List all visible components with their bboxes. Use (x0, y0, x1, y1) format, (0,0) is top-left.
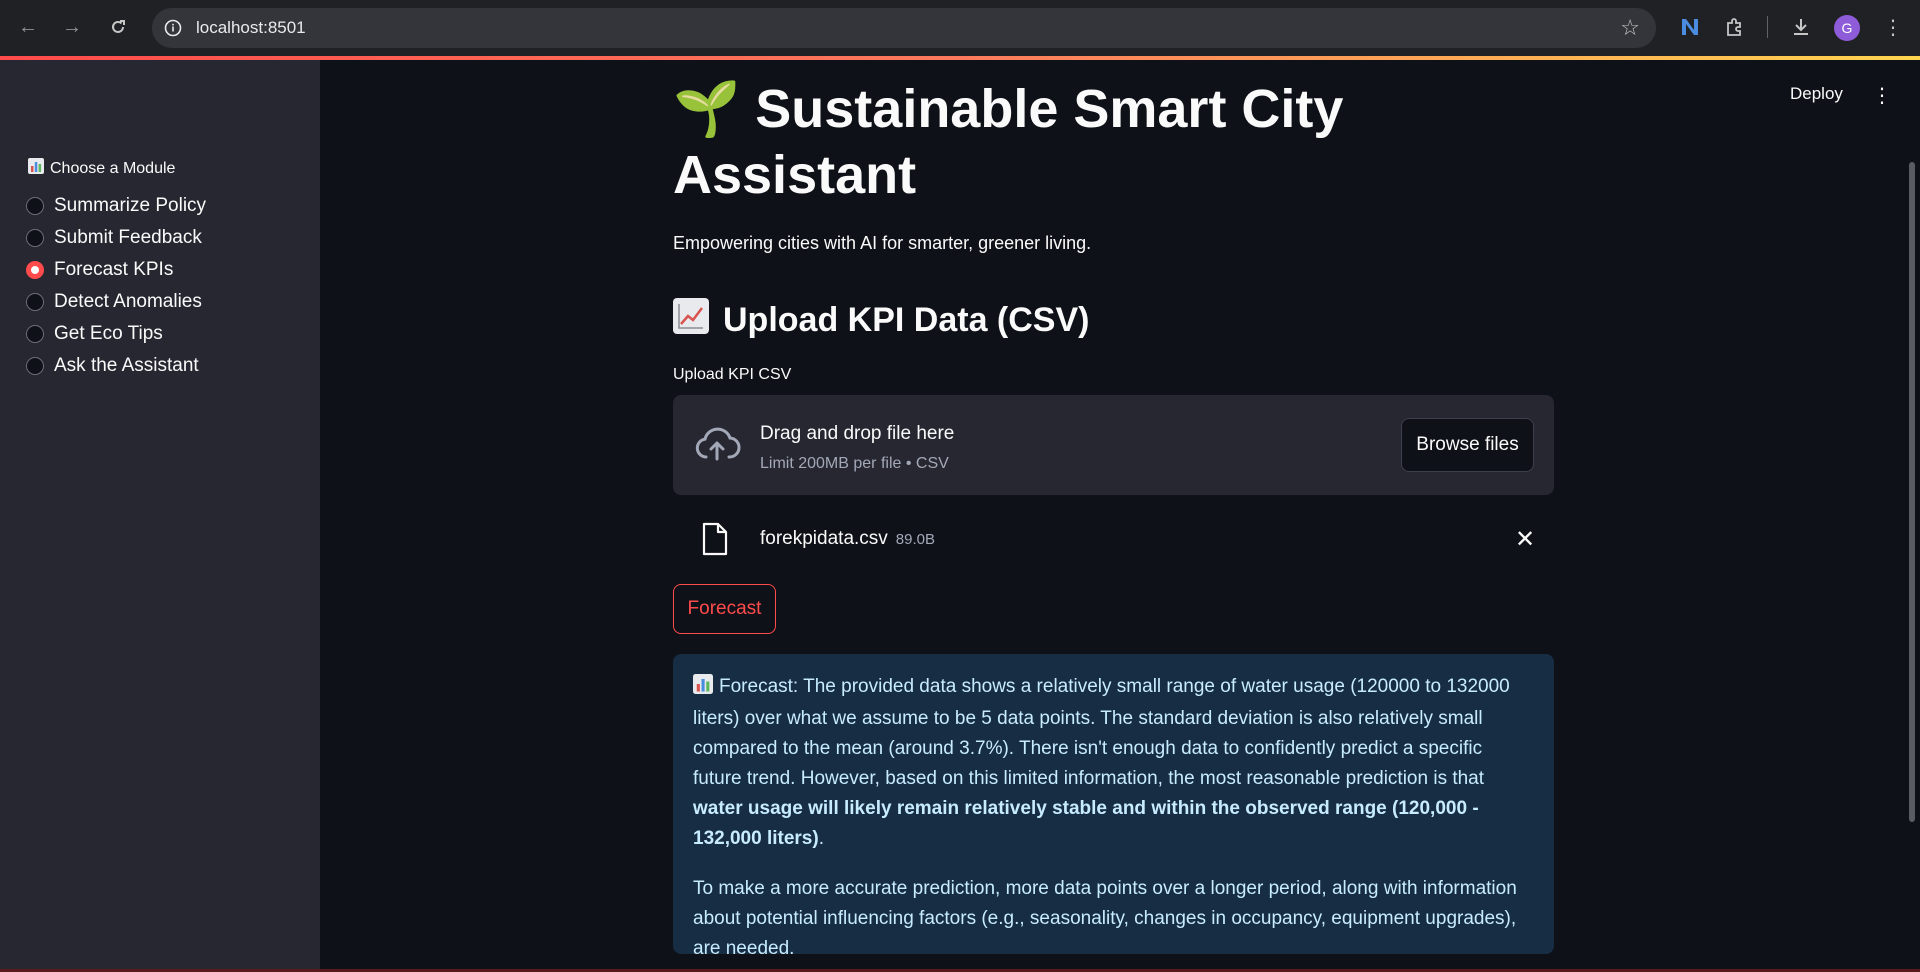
uploaded-file-row: forekpidata.csv 89.0B ✕ (673, 510, 1554, 570)
section-heading-text: Upload KPI Data (CSV) (723, 301, 1090, 339)
uploaded-file-name: forekpidata.csv 89.0B (760, 528, 935, 550)
result-text-bold: water usage will likely remain relativel… (693, 798, 1479, 849)
site-info-icon[interactable] (162, 17, 184, 39)
app-menu-icon[interactable]: ⋮ (1872, 82, 1892, 108)
radio-option-label[interactable]: Detect Anomalies (54, 291, 202, 313)
sidebar: Choose a Module Summarize Policy Submit … (0, 60, 320, 972)
result-text-suffix: . (818, 828, 824, 849)
page-title: 🌱 Sustainable Smart City Assistant (673, 76, 1373, 208)
page-title-text: Sustainable Smart City Assistant (673, 79, 1344, 205)
radio-button[interactable] (26, 229, 44, 247)
forecast-result-paragraph-1: Forecast: The provided data shows a rela… (693, 672, 1534, 854)
remove-file-close-icon[interactable]: ✕ (1510, 524, 1540, 554)
radio-label-text: Choose a Module (50, 159, 176, 177)
file-size: 89.0B (895, 531, 935, 548)
bar-chart-icon (693, 674, 713, 704)
forward-icon[interactable]: → (58, 13, 86, 41)
radio-option-label[interactable]: Submit Feedback (54, 227, 202, 249)
radio-button[interactable] (26, 293, 44, 311)
radio-option-detect-anomalies[interactable]: Detect Anomalies (26, 286, 206, 318)
radio-option-ask-the-assistant[interactable]: Ask the Assistant (26, 350, 206, 382)
radio-button[interactable] (26, 197, 44, 215)
browser-toolbar: ← → localhost:8501 ☆ G ⋮ (0, 0, 1920, 57)
bookmark-star-icon[interactable]: ☆ (1620, 15, 1640, 41)
section-heading: Upload KPI Data (CSV) (673, 298, 1089, 343)
radio-button[interactable] (26, 325, 44, 343)
file-name-text: forekpidata.csv (760, 528, 888, 549)
profile-avatar[interactable]: G (1834, 15, 1860, 41)
module-radio-group: Summarize Policy Submit Feedback Forecas… (26, 190, 206, 382)
radio-option-get-eco-tips[interactable]: Get Eco Tips (26, 318, 206, 350)
dropzone-instructions: Drag and drop file here (760, 423, 955, 444)
radio-option-summarize-policy[interactable]: Summarize Policy (26, 190, 206, 222)
radio-option-label[interactable]: Get Eco Tips (54, 323, 163, 345)
bar-chart-icon (28, 158, 44, 179)
uploader-label: Upload KPI CSV (673, 366, 792, 383)
page-subtitle: Empowering cities with AI for smarter, g… (673, 233, 1092, 253)
reload-icon[interactable] (104, 13, 132, 41)
cloud-upload-icon (693, 425, 741, 465)
forecast-result-paragraph-2: To make a more accurate prediction, more… (693, 878, 1517, 959)
browser-menu-icon[interactable]: ⋮ (1880, 12, 1906, 42)
radio-option-submit-feedback[interactable]: Submit Feedback (26, 222, 206, 254)
scrollbar[interactable] (1909, 162, 1915, 822)
radio-button-selected[interactable] (26, 261, 44, 279)
file-icon (701, 522, 729, 556)
result-text-prefix: Forecast: The provided data shows a rela… (693, 676, 1510, 789)
module-radio-label: Choose a Module (28, 158, 175, 179)
radio-option-forecast-kpis[interactable]: Forecast KPIs (26, 254, 206, 286)
back-icon[interactable]: ← (14, 13, 42, 41)
address-bar[interactable]: localhost:8501 ☆ (152, 8, 1656, 48)
forecast-result-alert: Forecast: The provided data shows a rela… (673, 654, 1554, 959)
extension-n-icon[interactable] (1677, 14, 1703, 40)
deploy-button[interactable]: Deploy (1790, 84, 1843, 104)
radio-option-label[interactable]: Ask the Assistant (54, 355, 199, 377)
download-icon[interactable] (1788, 14, 1814, 40)
browse-files-button[interactable]: Browse files (1401, 418, 1534, 472)
radio-button[interactable] (26, 357, 44, 375)
file-dropzone[interactable]: Drag and drop file here Limit 200MB per … (673, 395, 1554, 495)
radio-option-label[interactable]: Forecast KPIs (54, 259, 173, 281)
radio-option-label[interactable]: Summarize Policy (54, 195, 206, 217)
chart-increasing-icon (673, 298, 709, 343)
forecast-button[interactable]: Forecast (673, 584, 776, 634)
url-text[interactable]: localhost:8501 (196, 18, 306, 38)
dropzone-limit-hint: Limit 200MB per file • CSV (760, 455, 949, 472)
extensions-puzzle-icon[interactable] (1722, 14, 1748, 40)
seedling-icon: 🌱 (673, 79, 741, 139)
toolbar-separator (1767, 16, 1768, 38)
